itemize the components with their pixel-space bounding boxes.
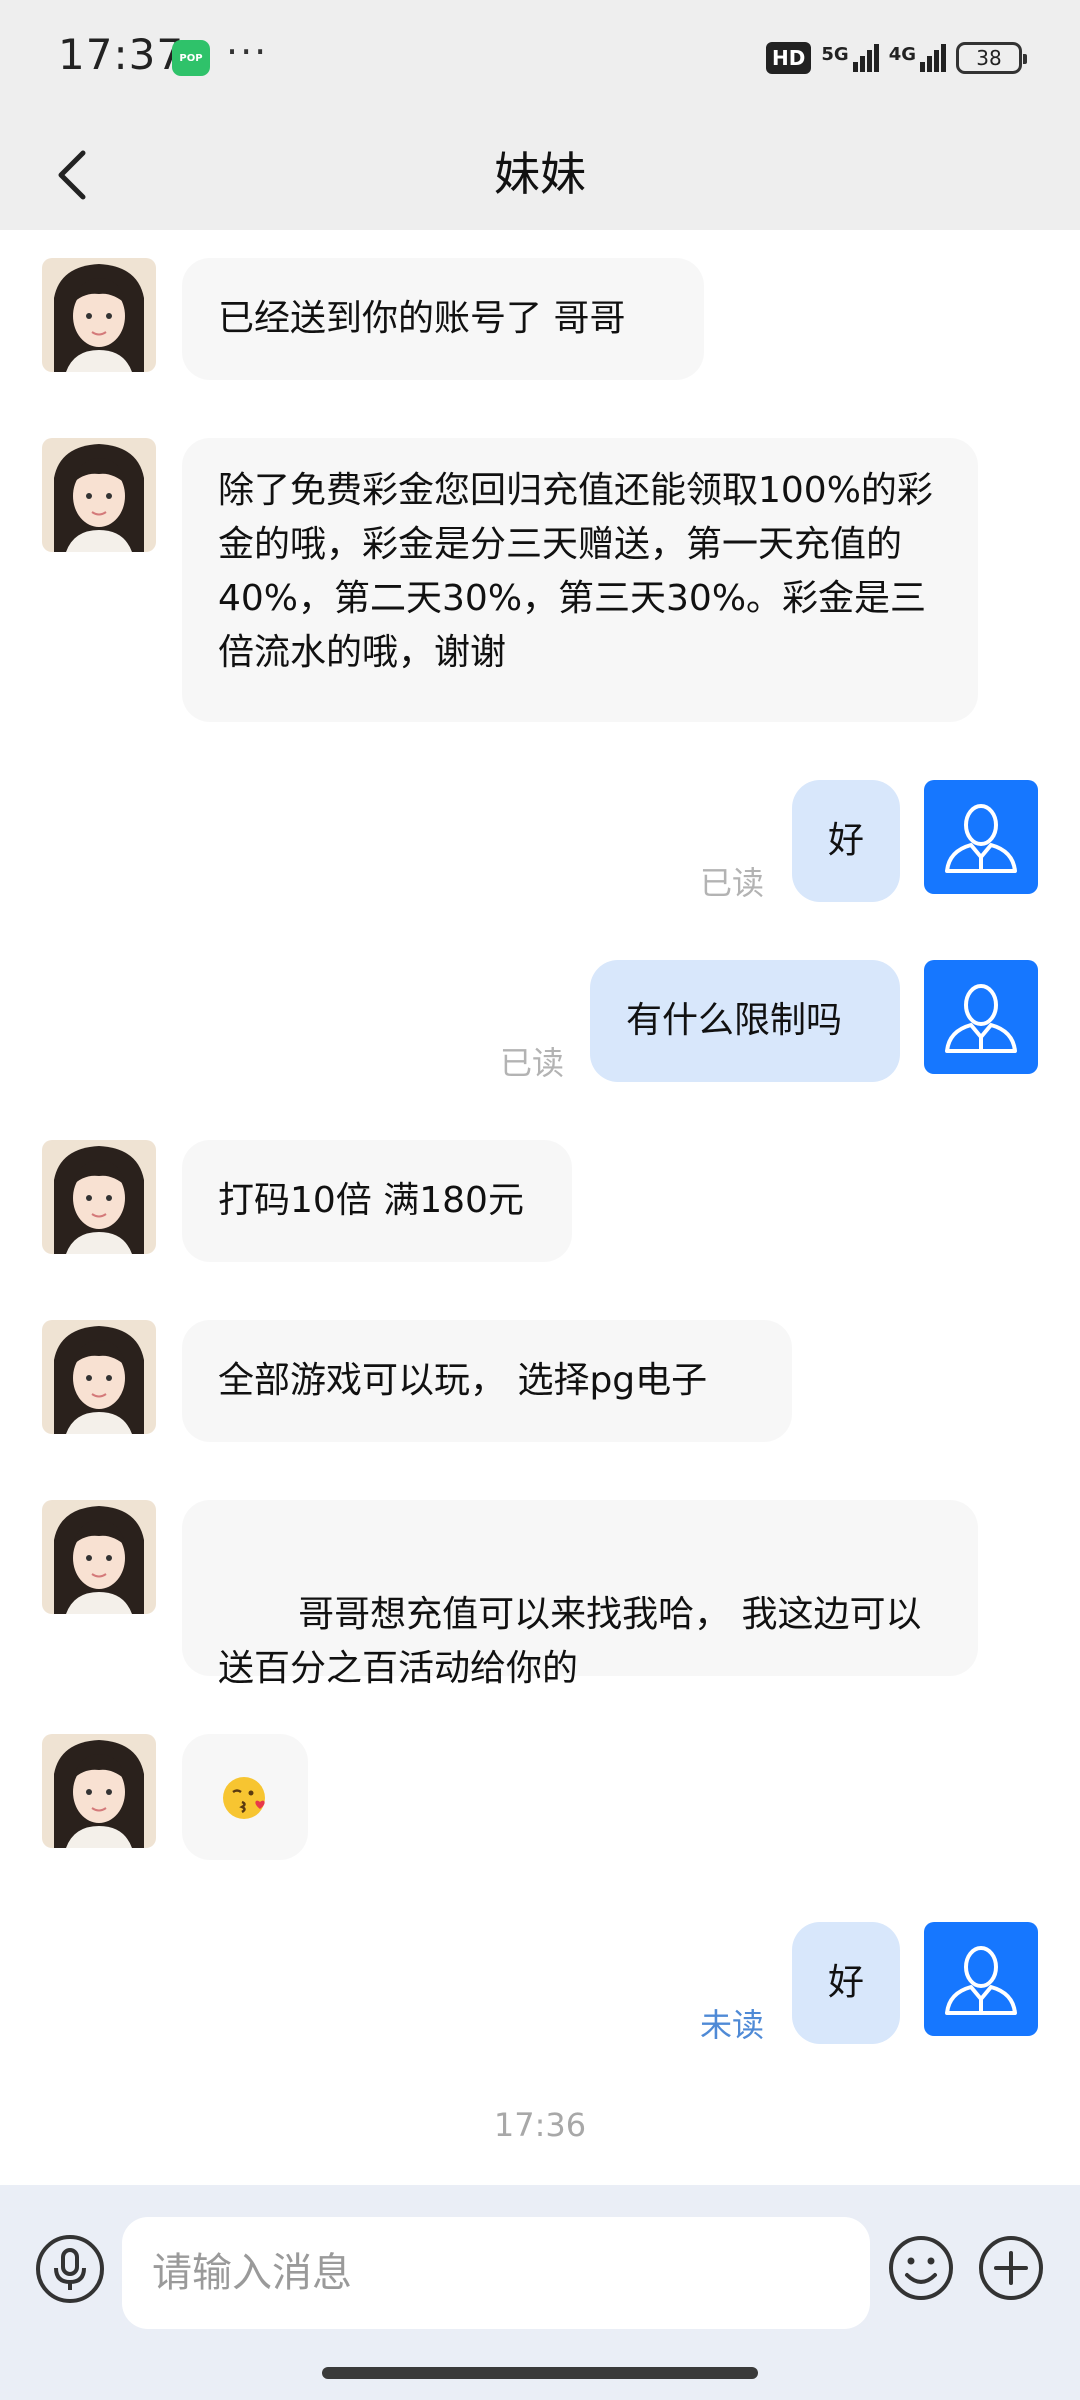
user-icon [945,1946,1017,2015]
hd-icon: HD [766,42,812,74]
message-bubble[interactable]: 全部游戏可以玩， 选择pg电子 [182,1320,792,1442]
self-avatar[interactable] [924,1922,1038,2036]
message-list[interactable]: 已经送到你的账号了 哥哥 除了免费彩金您回归充值还能领取100%的彩金的哦，彩金… [0,230,1080,2185]
page-title: 妹妹 [494,147,586,201]
pop-app-icon: POP [172,40,210,76]
self-avatar[interactable] [924,960,1038,1074]
contact-avatar[interactable] [42,1140,156,1254]
battery-level: 38 [976,46,1002,70]
user-icon [945,804,1017,873]
contact-avatar[interactable] [42,438,156,552]
kiss-emoji: 😘 [220,1772,270,1822]
timestamp: 17:36 [493,2106,587,2144]
voice-input-button[interactable] [36,2235,104,2303]
contact-avatar[interactable] [42,1734,156,1848]
smiley-icon [889,2236,953,2300]
message-input[interactable] [122,2217,870,2329]
message-text: 全部游戏可以玩， 选择pg电子 [218,1360,708,1401]
message-bubble[interactable]: 除了免费彩金您回归充值还能领取100%的彩金的哦，彩金是分三天赠送，第一天充值的… [182,438,978,722]
battery-icon: 38 [956,42,1027,74]
user-icon [945,984,1017,1053]
message-text: 已经送到你的账号了 哥哥 [218,298,626,339]
message-text: 除了免费彩金您回归充值还能领取100%的彩金的哦，彩金是分三天赠送，第一天充值的… [218,470,933,673]
message-bubble[interactable]: 已经送到你的账号了 哥哥 [182,258,704,380]
more-notifications-icon: ··· [226,30,269,74]
more-actions-button[interactable] [976,2233,1046,2303]
contact-avatar[interactable] [42,1500,156,1614]
message-text: 好 [827,1962,864,2003]
chat-header: 妹妹 [0,120,1080,230]
message-text: 好 [827,820,864,861]
message-bubble[interactable]: 打码10倍 满180元 [182,1140,572,1262]
message-text: 有什么限制吗 [626,1000,843,1041]
message-bubble[interactable]: 好 [792,780,900,902]
message-bubble[interactable]: 有什么限制吗 [590,960,900,1082]
status-bar: 17:37 POP ··· HD 5G 4G 38 [0,0,1080,120]
unread-status: 未读 [700,2006,765,2044]
contact-avatar[interactable] [42,258,156,372]
message-bubble[interactable]: 哥哥想充值可以来找我哈， 我这边可以送百分之百活动给你的 [182,1500,978,1689]
message-bubble[interactable]: 好 [792,1922,900,2044]
emoji-button[interactable] [886,2233,956,2303]
signal-5g-icon: 5G [821,44,879,72]
message-text: 哥哥想充值可以来找我哈， 我这边可以送百分之百活动给你的 [218,1594,922,1689]
read-status: 已读 [700,864,765,902]
plus-icon [979,2236,1043,2300]
microphone-icon [54,2248,86,2290]
home-indicator[interactable] [322,2367,758,2379]
message-bubble[interactable]: 😘 [182,1734,308,1860]
message-text: 打码10倍 满180元 [218,1180,524,1221]
self-avatar[interactable] [924,780,1038,894]
contact-avatar[interactable] [42,1320,156,1434]
signal-4g-icon: 4G [889,44,946,72]
read-status: 已读 [500,1044,565,1082]
status-time: 17:37 [58,30,185,79]
